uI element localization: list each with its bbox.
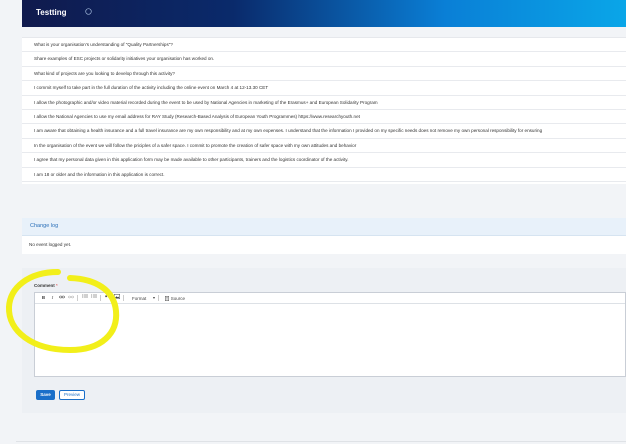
toolbar-separator [157,295,159,301]
question-row: I allow the photographic and/or video ma… [22,96,626,110]
question-row: In the organisation of the event we will… [22,139,626,154]
link-button[interactable] [57,293,66,303]
question-row: What is your organisation's understandin… [22,38,626,53]
required-marker: * [56,283,58,288]
bulleted-list-icon [81,294,88,298]
footer-divider [16,441,626,442]
chevron-down-icon: ▼ [152,296,156,300]
source-icon [164,295,169,301]
unlink-button[interactable] [66,293,75,303]
question-row: I am aware that obtaining a health insur… [22,124,626,139]
toolbar-separator [123,295,124,301]
format-select[interactable]: Format ▼ [132,296,156,301]
source-button[interactable]: Source [164,295,185,301]
italic-button[interactable]: I [48,293,57,303]
comment-label-text: Comment [34,283,55,288]
changelog-empty-text: No event logged yet. [29,242,72,247]
quote-icon [105,295,110,298]
comment-panel: Comment * B I Format ▼ Source Save Previ… [22,268,626,413]
changelog-body: No event logged yet. [22,236,626,254]
comment-textarea[interactable] [35,304,625,376]
source-button-label: Source [170,295,185,301]
bold-button[interactable]: B [39,293,48,303]
numbered-list-button[interactable] [89,293,98,303]
image-icon [113,294,120,299]
question-row: What kind of projects are you looking to… [22,67,626,82]
toolbar-separator [77,295,78,301]
question-row: I allow the National Agencies to use my … [22,110,626,125]
question-row: I commit myself to take part in the full… [22,81,626,96]
edit-title-icon[interactable] [85,8,92,15]
unlink-icon [67,295,74,299]
toolbar-separator [100,295,101,301]
changelog-title: Change log [30,223,59,229]
question-row: I am 18 or older and the information in … [22,168,626,182]
numbered-list-icon [90,294,97,298]
comment-editor[interactable]: B I Format ▼ Source [34,292,626,377]
format-select-label: Format [132,295,147,301]
question-row: I agree that my personal data given in t… [22,153,626,168]
questions-list: What is your organisation's understandin… [22,37,626,184]
bulleted-list-button[interactable] [80,293,89,303]
comment-label: Comment * [34,283,58,288]
changelog-header: Change log [22,218,626,236]
editor-toolbar: B I Format ▼ Source [35,293,625,304]
page-title: Testting [36,8,67,17]
link-icon [58,295,65,299]
blockquote-button[interactable] [103,293,112,303]
image-button[interactable] [112,293,121,303]
page-header: Testting [22,0,626,27]
save-button[interactable]: Save [36,390,55,400]
preview-button[interactable]: Preview [59,390,85,400]
question-row: Share examples of ESC projects or solida… [22,52,626,67]
